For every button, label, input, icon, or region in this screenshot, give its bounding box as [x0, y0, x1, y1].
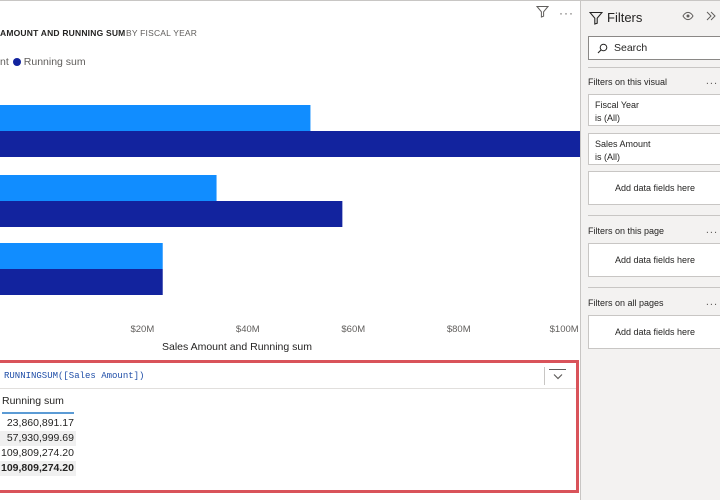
filters-search-input[interactable]: Search [588, 36, 720, 60]
filters-header: Filters [589, 10, 642, 25]
filter-card-fiscal-year[interactable]: Fiscal Year is (All) [588, 94, 720, 126]
filters-on-all-pages-label: Filters on all pages [588, 298, 664, 308]
x-tick-label: $60M [341, 324, 365, 335]
legend-dot-running-sum [12, 58, 21, 66]
funnel-icon [589, 11, 603, 25]
x-tick-label: $100M [550, 324, 579, 335]
section-divider [588, 287, 720, 288]
filter-card-name: Fiscal Year [595, 100, 640, 110]
bar-sales-amount[interactable] [0, 105, 311, 131]
formula-expand-button[interactable] [544, 367, 570, 385]
ellipsis-icon[interactable]: ... [706, 296, 718, 308]
x-tick-label: $20M [130, 324, 154, 335]
filters-pane: Filters Search Filters on this visual ..… [580, 0, 720, 500]
result-table: 23,860,891.17 57,930,999.69 109,809,274.… [0, 416, 76, 476]
result-row: 23,860,891.17 [6, 417, 74, 429]
eye-icon[interactable] [682, 10, 694, 24]
filter-card-name: Sales Amount [595, 139, 651, 149]
bar-chart: $20M $40M $60M $80M $100M Sales Amount and Ru… [0, 105, 580, 353]
add-data-fields-all-pages[interactable]: Add data fields here [588, 315, 720, 349]
formula-bar[interactable]: RUNNINGSUM([Sales Amount]) [0, 363, 576, 389]
ellipsis-icon[interactable]: ... [706, 224, 718, 236]
result-column-header: Running sum [2, 395, 74, 414]
formula-text[interactable]: RUNNINGSUM([Sales Amount]) [4, 371, 144, 381]
result-row: 57,930,999.69 [0, 431, 76, 446]
add-data-fields-page[interactable]: Add data fields here [588, 243, 720, 277]
filters-title: Filters [607, 10, 643, 25]
funnel-icon[interactable] [535, 5, 550, 21]
ellipsis-icon[interactable]: ... [706, 75, 718, 87]
legend-label-sales-amount: nt [0, 56, 9, 68]
ellipsis-icon[interactable]: ··· [559, 6, 574, 20]
report-canvas: ··· AMOUNT AND RUNNING SUM BY FISCAL YEA… [0, 0, 580, 500]
bar-running-sum[interactable] [0, 131, 580, 157]
filters-header-icons [682, 10, 716, 24]
query-pane: RUNNINGSUM([Sales Amount]) Running sum 2… [0, 360, 579, 493]
chart-subtitle: BY FISCAL YEAR [126, 28, 198, 38]
chevron-down-icon [553, 373, 562, 379]
section-divider [588, 215, 720, 216]
x-tick-label: $80M [447, 324, 471, 335]
filters-on-visual-label: Filters on this visual [588, 77, 668, 87]
filter-card-state: is (All) [595, 152, 620, 162]
legend-label-running-sum: Running sum [23, 56, 86, 68]
search-icon [597, 43, 608, 53]
filters-on-page-label: Filters on this page [588, 226, 665, 236]
collapse-pane-icon[interactable] [706, 10, 716, 24]
add-data-fields-visual[interactable]: Add data fields here [588, 171, 720, 205]
filter-card-state: is (All) [595, 113, 620, 123]
bar-running-sum[interactable] [0, 201, 343, 227]
bar-sales-amount[interactable] [0, 175, 217, 201]
x-axis-title: Sales Amount and Running sum [162, 341, 312, 353]
bar-running-sum[interactable] [0, 269, 163, 295]
chart-legend: nt Running sum [0, 56, 86, 68]
visual-header: ··· [535, 5, 574, 21]
filter-card-sales-amount[interactable]: Sales Amount is (All) [588, 133, 720, 165]
x-tick-label: $40M [236, 324, 260, 335]
search-placeholder: Search [614, 42, 648, 54]
bar-sales-amount[interactable] [0, 243, 163, 269]
section-divider [588, 67, 720, 68]
chart-title: AMOUNT AND RUNNING SUM [0, 28, 126, 38]
result-total-row: 109,809,274.20 [0, 461, 76, 476]
result-row: 109,809,274.20 [1, 447, 74, 459]
